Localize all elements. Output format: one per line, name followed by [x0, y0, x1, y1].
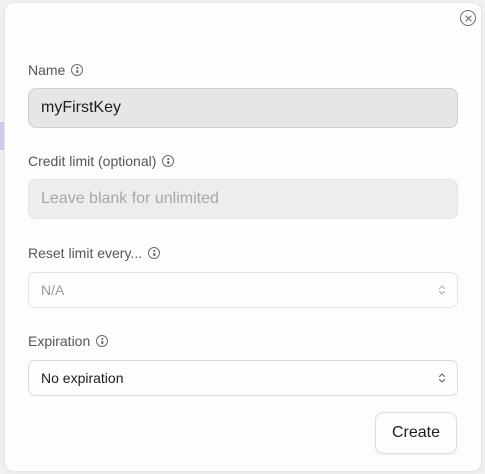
- reset-limit-label-text: Reset limit every...: [28, 245, 143, 261]
- info-icon[interactable]: [96, 335, 109, 347]
- credit-limit-field-label: Credit limit (optional): [28, 152, 175, 170]
- expiration-field-label: Expiration: [28, 332, 109, 350]
- credit-limit-input[interactable]: [28, 179, 458, 219]
- reset-limit-value: N/A: [41, 282, 65, 298]
- name-input[interactable]: [28, 88, 458, 128]
- expiration-select[interactable]: No expiration: [28, 360, 458, 396]
- close-button[interactable]: [460, 10, 476, 26]
- create-button[interactable]: Create: [375, 412, 457, 454]
- reset-limit-select[interactable]: N/A: [28, 272, 458, 308]
- info-icon[interactable]: [71, 64, 84, 76]
- create-key-dialog: Name Credit limit (optional) Reset limit…: [4, 2, 482, 472]
- expiration-value: No expiration: [41, 370, 124, 386]
- reset-limit-field-label: Reset limit every...: [28, 244, 161, 262]
- close-icon: [464, 14, 472, 22]
- info-icon[interactable]: [148, 247, 161, 259]
- chevron-up-down-icon: [438, 373, 446, 383]
- name-field-label: Name: [28, 61, 84, 79]
- info-icon[interactable]: [162, 155, 175, 167]
- name-label-text: Name: [28, 62, 66, 78]
- chevron-up-down-icon: [438, 285, 446, 295]
- expiration-label-text: Expiration: [28, 333, 91, 349]
- credit-limit-label-text: Credit limit (optional): [28, 153, 157, 169]
